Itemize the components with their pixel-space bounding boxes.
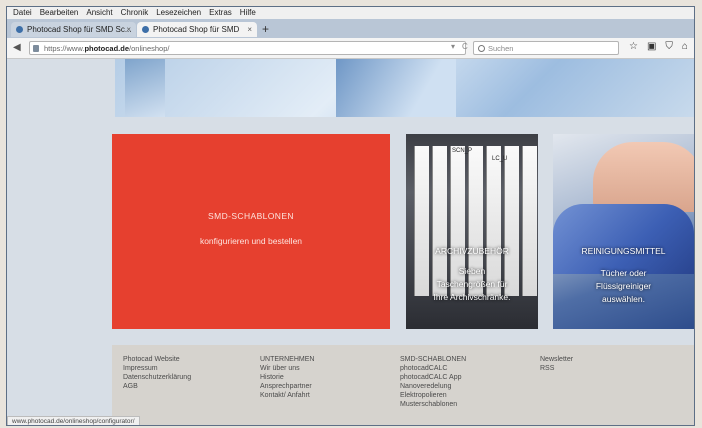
- tile-archivzubehoer[interactable]: SCN_P LC_U ARCHIVZUBEHÖR Sieben Tascheng…: [406, 134, 538, 329]
- footer-link[interactable]: Kontakt/ Anfahrt: [260, 391, 314, 400]
- footer-link[interactable]: RSS: [540, 364, 573, 373]
- footer-link[interactable]: Ansprechpartner: [260, 382, 314, 391]
- tile-archiv-text: Sieben Taschengrößen für Ihre Archivschr…: [433, 266, 511, 302]
- footer-link[interactable]: AGB: [123, 382, 191, 391]
- footer-col-2: UNTERNEHMEN Wir über uns Historie Anspre…: [260, 355, 314, 400]
- header-banner-image: [115, 59, 694, 117]
- footer-col-3: SMD-SCHABLONEN photocadCALC photocadCALC…: [400, 355, 466, 409]
- lock-icon: [33, 45, 39, 52]
- search-input[interactable]: Suchen: [473, 41, 619, 55]
- dropdown-icon[interactable]: ▾: [451, 42, 455, 51]
- footer-link[interactable]: Datenschutzerklärung: [123, 373, 191, 382]
- menu-ansicht[interactable]: Ansicht: [86, 7, 112, 19]
- address-bar[interactable]: https://www.photocad.de/onlineshop/: [29, 41, 466, 55]
- favicon-icon: [142, 26, 149, 33]
- tile-archiv-title: ARCHIVZUBEHÖR: [435, 246, 509, 256]
- footer-link[interactable]: Newsletter: [540, 355, 573, 364]
- star-icon[interactable]: ☆: [629, 41, 638, 52]
- footer-link[interactable]: photocadCALC App: [400, 373, 466, 382]
- tile-reinigung-text: Tücher oder Flüssigreiniger auswählen.: [595, 268, 652, 304]
- footer-link[interactable]: Wir über uns: [260, 364, 314, 373]
- tile-smd-subtitle: konfigurieren und bestellen: [199, 236, 303, 246]
- favicon-icon: [16, 26, 23, 33]
- search-icon: [478, 45, 485, 52]
- tab-2-active[interactable]: Photocad Shop für SMD Sc... ×: [137, 22, 257, 49]
- home-icon[interactable]: ⌂: [682, 41, 688, 52]
- tab-1[interactable]: Photocad Shop für SMD Sc... ×: [11, 22, 136, 37]
- footer-link[interactable]: Nanoveredelung: [400, 382, 466, 391]
- folder-label: LC_U: [492, 156, 508, 162]
- menu-chronik[interactable]: Chronik: [121, 7, 149, 19]
- footer-link[interactable]: Musterschablonen: [400, 400, 466, 409]
- new-tab-button[interactable]: +: [262, 22, 269, 36]
- toolbar-icons: ☆ ▣ ⛉ ⌂: [629, 41, 688, 52]
- footer-col-1: Photocad Website Impressum Datenschutzer…: [123, 355, 191, 391]
- url-domain: photocad.de: [84, 44, 130, 53]
- menu-lesezeichen[interactable]: Lesezeichen: [156, 7, 201, 19]
- footer-link[interactable]: photocadCALC: [400, 364, 466, 373]
- footer-heading[interactable]: UNTERNEHMEN: [260, 355, 314, 364]
- footer-link[interactable]: Elektropolieren: [400, 391, 466, 400]
- navigation-bar: ◀ https://www.photocad.de/onlineshop/ ▾ …: [7, 38, 694, 59]
- tile-reinigungsmittel[interactable]: REINIGUNGSMITTEL Tücher oder Flüssigrein…: [553, 134, 694, 329]
- web-page: SMD-SCHABLONEN konfigurieren und bestell…: [7, 59, 694, 425]
- browser-window: Datei Bearbeiten Ansicht Chronik Lesezei…: [6, 6, 695, 426]
- status-bar-url: www.photocad.de/onlineshop/configurator/: [7, 416, 140, 425]
- tab-1-close-icon[interactable]: ×: [126, 22, 131, 37]
- menu-datei[interactable]: Datei: [13, 7, 32, 19]
- footer-heading[interactable]: SMD-SCHABLONEN: [400, 355, 466, 364]
- footer-col-4: Newsletter RSS: [540, 355, 573, 373]
- url-path: /onlineshop/: [129, 44, 170, 53]
- footer-link[interactable]: Photocad Website: [123, 355, 191, 364]
- tab-2-close-icon[interactable]: ×: [247, 22, 252, 37]
- footer-link[interactable]: Historie: [260, 373, 314, 382]
- clipboard-icon[interactable]: ▣: [647, 41, 656, 52]
- footer-link[interactable]: Impressum: [123, 364, 191, 373]
- shield-icon[interactable]: ⛉: [665, 41, 673, 52]
- search-placeholder: Suchen: [488, 44, 514, 53]
- tile-smd-title: SMD-SCHABLONEN: [208, 211, 294, 221]
- reload-icon[interactable]: C: [462, 42, 468, 51]
- tile-smd-schablonen[interactable]: SMD-SCHABLONEN konfigurieren und bestell…: [112, 134, 390, 329]
- tab-1-label: Photocad Shop für SMD Sc...: [27, 25, 132, 34]
- url-prefix: https://www.: [44, 44, 85, 53]
- back-icon[interactable]: ◀: [13, 42, 21, 54]
- tile-reinigung-title: REINIGUNGSMITTEL: [581, 246, 666, 256]
- tab-strip: Photocad Shop für SMD Sc... × Photocad S…: [7, 19, 694, 49]
- menu-bar: Datei Bearbeiten Ansicht Chronik Lesezei…: [7, 7, 694, 19]
- menu-bearbeiten[interactable]: Bearbeiten: [40, 7, 79, 19]
- menu-hilfe[interactable]: Hilfe: [240, 7, 256, 19]
- folder-label: SCN_P: [452, 148, 473, 154]
- site-footer: Photocad Website Impressum Datenschutzer…: [112, 345, 694, 425]
- menu-extras[interactable]: Extras: [209, 7, 232, 19]
